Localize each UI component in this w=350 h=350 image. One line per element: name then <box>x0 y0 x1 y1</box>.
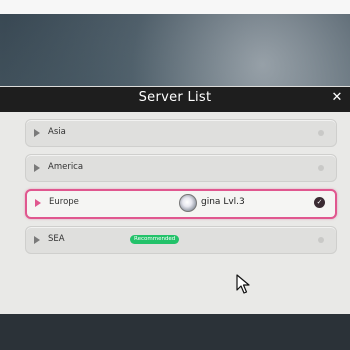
recommended-badge: Recommended <box>130 235 180 244</box>
server-name: Asia <box>48 127 66 137</box>
mouse-cursor-icon <box>236 274 250 294</box>
dialog-header: Server List ✕ <box>0 87 350 112</box>
server-item-america[interactable]: America <box>25 154 337 182</box>
server-name: America <box>48 162 84 172</box>
check-icon: ✓ <box>314 197 325 208</box>
status-dot-icon <box>318 165 324 171</box>
top-bar <box>0 0 350 14</box>
server-item-sea[interactable]: SEA Recommended <box>25 226 337 254</box>
status-dot-icon <box>318 130 324 136</box>
arrow-icon <box>34 129 40 137</box>
server-list-dialog: Server List ✕ Asia America Europe gina L… <box>0 86 350 315</box>
dialog-title: Server List <box>138 90 212 105</box>
close-icon[interactable]: ✕ <box>330 91 344 105</box>
arrow-icon <box>34 236 40 244</box>
arrow-icon <box>35 199 41 207</box>
player-name: gina Lvl.3 <box>201 197 245 207</box>
server-item-asia[interactable]: Asia <box>25 119 337 147</box>
server-item-europe[interactable]: Europe gina Lvl.3 ✓ <box>25 189 337 219</box>
status-dot-icon <box>318 237 324 243</box>
server-name: Europe <box>49 197 79 207</box>
avatar <box>179 194 197 212</box>
server-name: SEA <box>48 234 65 244</box>
arrow-icon <box>34 164 40 172</box>
bottom-background <box>0 314 350 350</box>
